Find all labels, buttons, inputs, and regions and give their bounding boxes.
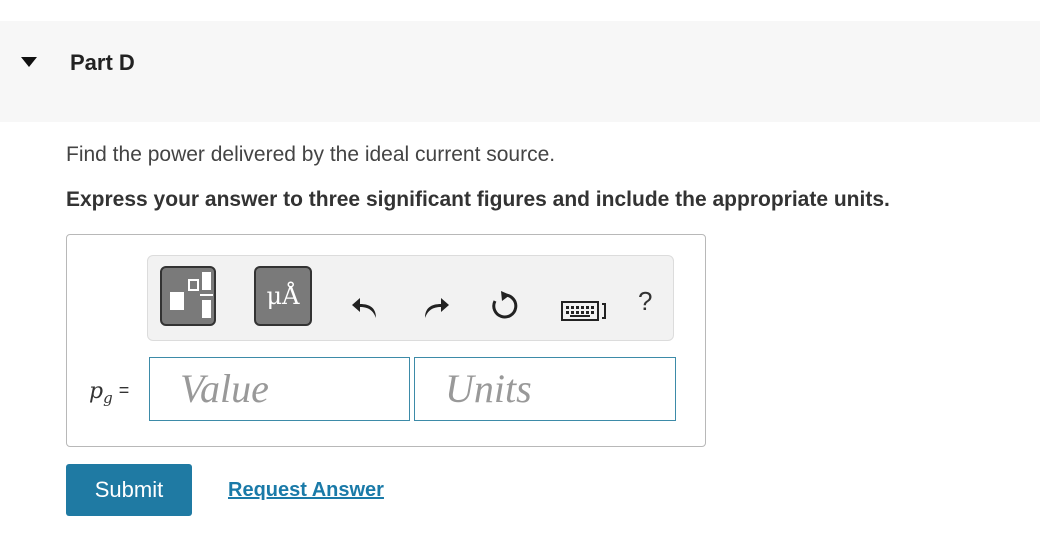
part-title: Part D (70, 50, 135, 75)
variable-label: pg = (89, 379, 129, 407)
math-toolbar: μÅ ? (147, 255, 674, 341)
question-text: Find the power delivered by the ideal cu… (66, 143, 556, 166)
variable-symbol: p (89, 379, 104, 404)
equals-sign: = (118, 380, 130, 400)
help-icon[interactable]: ? (638, 286, 652, 317)
units-input[interactable]: Units (414, 357, 676, 421)
units-button[interactable]: μÅ (254, 266, 312, 326)
submit-button[interactable]: Submit (66, 464, 192, 516)
reset-icon[interactable] (489, 290, 521, 322)
part-header[interactable] (0, 21, 1040, 122)
variable-subscript: g (103, 389, 113, 407)
templates-button[interactable] (160, 266, 216, 326)
request-answer-link[interactable]: Request Answer (228, 479, 384, 502)
caret-down-icon[interactable] (20, 56, 38, 68)
keyboard-icon[interactable] (561, 300, 609, 322)
redo-icon[interactable] (421, 294, 451, 320)
undo-icon[interactable] (350, 294, 380, 320)
answer-instruction: Express your answer to three significant… (66, 188, 890, 211)
value-input[interactable]: Value (149, 357, 410, 421)
answer-box: μÅ ? pg = Value Units (66, 234, 706, 447)
templates-icon (170, 272, 213, 318)
